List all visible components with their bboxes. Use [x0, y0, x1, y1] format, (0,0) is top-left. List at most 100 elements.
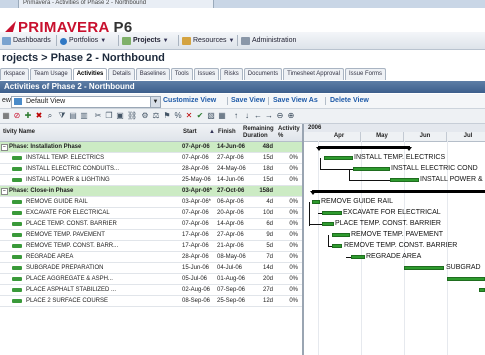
- zoom-in-icon[interactable]: ⊕: [287, 112, 295, 120]
- activity-bar-label: INSTALL ELECTRIC COND: [391, 165, 478, 172]
- activity-name: Phase: Close-in Phase: [9, 188, 74, 194]
- stop-icon[interactable]: ⊘: [13, 112, 21, 120]
- arrow-up-icon[interactable]: ↑: [232, 112, 240, 120]
- table-row[interactable]: SUBGRADE PREPARATION 15-Jun-06 04-Jul-06 14…: [0, 263, 302, 274]
- column-header-name[interactable]: tivity Name: [3, 129, 35, 136]
- customize-view-link[interactable]: Customize View: [163, 97, 216, 104]
- activity-bar[interactable]: [479, 288, 485, 292]
- start-date: 17-Apr-06: [182, 232, 209, 238]
- wbs-summary-bar[interactable]: [318, 146, 410, 149]
- filter-icon[interactable]: ⧩: [58, 112, 66, 120]
- tab-issues[interactable]: Issues: [193, 68, 220, 80]
- table-row[interactable]: INSTALL ELECTRIC CONDUITS... 28-Apr-06 24-…: [0, 164, 302, 175]
- group-icon[interactable]: ▤: [69, 112, 77, 120]
- table-row[interactable]: REMOVE TEMP. PAVEMENT 17-Apr-06 27-Apr-06 9…: [0, 230, 302, 241]
- table-row[interactable]: PLACE TEMP. CONST. BARRIER 07-Apr-06 14-Ap…: [0, 219, 302, 230]
- cut-icon[interactable]: ✂: [94, 112, 102, 120]
- wbs-summary-bar[interactable]: [312, 190, 485, 193]
- activity-bar[interactable]: [322, 222, 334, 226]
- chevron-down-icon[interactable]: ▼: [163, 36, 169, 46]
- tab-baselines[interactable]: Baselines: [135, 68, 170, 80]
- column-header-remaining[interactable]: Remaining Duration: [243, 126, 275, 140]
- arrow-down-icon[interactable]: ↓: [243, 112, 251, 120]
- nav-projects[interactable]: Projects ▼: [122, 36, 169, 46]
- column-header-finish[interactable]: Finish: [218, 129, 236, 136]
- tab-risks[interactable]: Risks: [220, 68, 243, 80]
- sort-asc-icon[interactable]: ▲: [209, 129, 215, 136]
- column-header-start[interactable]: Start: [183, 129, 197, 136]
- tab-team-usage[interactable]: Team Usage: [30, 68, 72, 80]
- activity-name: REMOVE GUIDE RAIL: [26, 199, 88, 205]
- table-row[interactable]: PLACE 2 SURFACE COURSE 08-Sep-06 25-Sep-06…: [0, 296, 302, 307]
- table-row[interactable]: PLACE AGGREGATE & ASPH... 05-Jul-06 01-Aug…: [0, 274, 302, 285]
- save-view-as-link[interactable]: Save View As: [273, 97, 318, 104]
- table-row[interactable]: PLACE ASPHALT STABILIZED ... 02-Aug-06 07-…: [0, 285, 302, 296]
- activity-bar[interactable]: [324, 156, 353, 160]
- view-select[interactable]: Default View ▼: [11, 96, 161, 108]
- columns-icon[interactable]: ▥: [80, 112, 88, 120]
- activity-bar[interactable]: [351, 255, 365, 259]
- tab-documents[interactable]: Documents: [243, 68, 283, 80]
- table-row[interactable]: REGRADE AREA 28-Apr-06 08-May-06 7d 0%: [0, 252, 302, 263]
- check-icon[interactable]: ✔: [196, 112, 204, 120]
- activity-bar[interactable]: [353, 167, 390, 171]
- chevron-down-icon[interactable]: ▼: [100, 36, 106, 46]
- tab-activities[interactable]: Activities: [72, 68, 108, 80]
- table-icon[interactable]: ▦: [218, 112, 226, 120]
- chart-icon[interactable]: ▧: [207, 112, 215, 120]
- activity-bar[interactable]: [390, 178, 419, 182]
- search-icon[interactable]: ⌕: [46, 112, 54, 120]
- remaining-duration: 18d: [262, 166, 273, 172]
- activity-bar[interactable]: [332, 233, 350, 237]
- activity-bar[interactable]: [312, 200, 320, 204]
- tab-tools[interactable]: Tools: [170, 68, 193, 80]
- activity-bar[interactable]: [404, 266, 444, 270]
- level-icon[interactable]: ⚖: [152, 112, 160, 120]
- arrow-right-icon[interactable]: →: [265, 112, 273, 120]
- chevron-down-icon[interactable]: ▼: [228, 36, 234, 46]
- schedule-icon[interactable]: ⚙: [141, 112, 149, 120]
- column-header-activity-pct[interactable]: Activity %: [278, 126, 302, 140]
- zoom-icon[interactable]: ⊖: [276, 112, 284, 120]
- wbs-row[interactable]: − Phase: Installation Phase 07-Apr-06 14-Ju…: [0, 142, 302, 153]
- table-row[interactable]: REMOVE TEMP. CONST. BARR... 17-Apr-06 21-A…: [0, 241, 302, 252]
- nav-resources[interactable]: Resources ▼: [182, 36, 234, 46]
- remove-icon[interactable]: ✕: [185, 112, 193, 120]
- nav-portfolios[interactable]: Portfolios ▼: [60, 36, 106, 46]
- tab-details[interactable]: Details: [108, 68, 135, 80]
- copy-icon[interactable]: ❐: [105, 112, 113, 120]
- activity-bar[interactable]: [447, 277, 485, 281]
- gantt-month-label: Apr: [318, 132, 361, 141]
- nav-dashboards[interactable]: Dashboards: [2, 36, 51, 46]
- activity-name: PLACE AGGREGATE & ASPH...: [26, 276, 113, 282]
- assign-icon[interactable]: ⚑: [163, 112, 171, 120]
- paste-icon[interactable]: ▣: [116, 112, 124, 120]
- add-icon[interactable]: ✚: [24, 112, 32, 120]
- tab-issue-forms[interactable]: Issue Forms: [344, 68, 386, 80]
- nav-projects-label: Projects: [133, 37, 161, 44]
- wbs-row[interactable]: − Phase: Close-in Phase 03-Apr-06* 27-Oct-0…: [0, 186, 302, 197]
- chevron-down-icon[interactable]: ▼: [150, 97, 160, 107]
- collapse-icon[interactable]: −: [1, 188, 8, 195]
- grid-icon[interactable]: ▦: [2, 112, 10, 120]
- gantt-month-label: May: [361, 132, 404, 141]
- table-row[interactable]: EXCAVATE FOR ELECTRICAL 07-Apr-06 20-Apr-0…: [0, 208, 302, 219]
- percent-icon[interactable]: %: [174, 112, 182, 120]
- delete-view-link[interactable]: Delete View: [330, 97, 369, 104]
- arrow-left-icon[interactable]: ←: [254, 112, 262, 120]
- collapse-icon[interactable]: −: [1, 144, 8, 151]
- activity-bar[interactable]: [332, 244, 342, 248]
- table-row[interactable]: REMOVE GUIDE RAIL 03-Apr-06* 06-Apr-06 4d 0%: [0, 197, 302, 208]
- save-view-link[interactable]: Save View: [231, 97, 265, 104]
- nav-dashboards-label: Dashboards: [13, 37, 51, 44]
- browser-tab-strip: Primavera - Activities of Phase 2 - Nort…: [0, 0, 485, 9]
- delete-icon[interactable]: ✖: [35, 112, 43, 120]
- table-row[interactable]: INSTALL TEMP. ELECTRICS 07-Apr-06 27-Apr-0…: [0, 153, 302, 164]
- tab-rkspace[interactable]: rkspace: [0, 68, 30, 80]
- activity-bar[interactable]: [322, 211, 342, 215]
- activity-bar-label: REMOVE TEMP. CONST. BARRIER: [344, 242, 458, 249]
- link-icon[interactable]: ⛓: [127, 112, 137, 120]
- table-row[interactable]: INSTALL POWER & LIGHTING 25-May-06 14-Jun-…: [0, 175, 302, 186]
- nav-administration[interactable]: Administration: [241, 36, 296, 46]
- tab-timesheet-approval[interactable]: Timesheet Approval: [283, 68, 344, 80]
